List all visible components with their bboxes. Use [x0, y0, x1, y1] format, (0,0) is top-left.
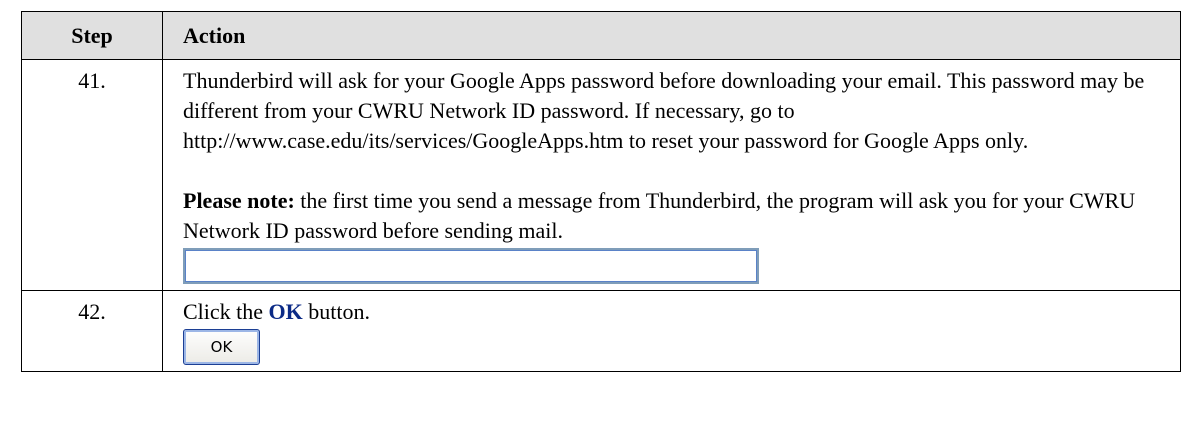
step-number: 42.	[21, 290, 163, 372]
header-row: Step Action	[21, 11, 1181, 60]
step-action: Click the OK button. OK	[162, 290, 1181, 372]
step-number: 41.	[21, 59, 163, 291]
ok-button-label: OK	[210, 338, 233, 356]
instruction-text: Click the OK button.	[183, 297, 1170, 327]
table-row: 42. Click the OK button. OK	[21, 290, 1181, 372]
step-table: Step Action 41. Thunderbird will ask for…	[21, 11, 1181, 372]
note-text: the first time you send a message from T…	[183, 188, 1136, 243]
ok-button[interactable]: OK	[183, 329, 260, 365]
action-column-header: Action	[162, 11, 1181, 60]
table-row: 41. Thunderbird will ask for your Google…	[21, 59, 1181, 291]
note-label: Please note:	[183, 188, 295, 213]
instruction-text-before: Click the	[183, 299, 269, 324]
password-input[interactable]	[183, 248, 759, 284]
instruction-text: Thunderbird will ask for your Google App…	[183, 68, 1145, 153]
step-action: Thunderbird will ask for your Google App…	[162, 59, 1181, 291]
note-paragraph: Please note: the first time you send a m…	[183, 186, 1170, 246]
step-column-header: Step	[21, 11, 163, 60]
ok-emphasis: OK	[268, 299, 303, 324]
instruction-text-after: button.	[302, 299, 371, 324]
